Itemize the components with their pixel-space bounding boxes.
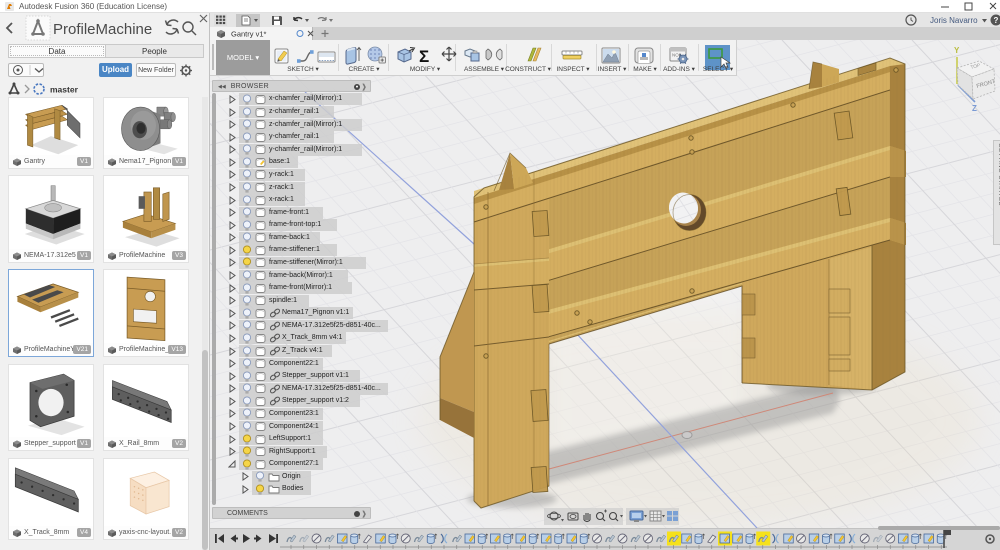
svg-text:CONSTRUCT ▾: CONSTRUCT ▾	[505, 66, 551, 73]
svg-text:INSERT ▾: INSERT ▾	[598, 66, 627, 73]
svg-text:ProfileMachine: ProfileMachine	[53, 21, 152, 38]
svg-text:Y: Y	[954, 46, 960, 55]
svg-text:INSPECT ▾: INSPECT ▾	[556, 66, 590, 73]
svg-text:?: ?	[994, 16, 999, 25]
svg-text:MODIFY ▾: MODIFY ▾	[410, 66, 441, 73]
svg-text:SELECT ▾: SELECT ▾	[703, 66, 734, 73]
svg-text:ASSEMBLE ▾: ASSEMBLE ▾	[464, 66, 505, 73]
svg-text:CREATE ▾: CREATE ▾	[349, 66, 381, 73]
svg-text:Z: Z	[972, 104, 977, 113]
svg-text:Joris Navarro: Joris Navarro	[930, 16, 978, 25]
svg-text:MAKE ▾: MAKE ▾	[633, 66, 657, 73]
svg-text:ADD-INS ▾: ADD-INS ▾	[663, 66, 696, 73]
svg-text:Σ: Σ	[419, 47, 429, 66]
svg-text:Gantry v1*: Gantry v1*	[231, 30, 267, 39]
svg-text:master: master	[50, 85, 79, 95]
svg-text:SKETCH ▾: SKETCH ▾	[287, 66, 319, 73]
